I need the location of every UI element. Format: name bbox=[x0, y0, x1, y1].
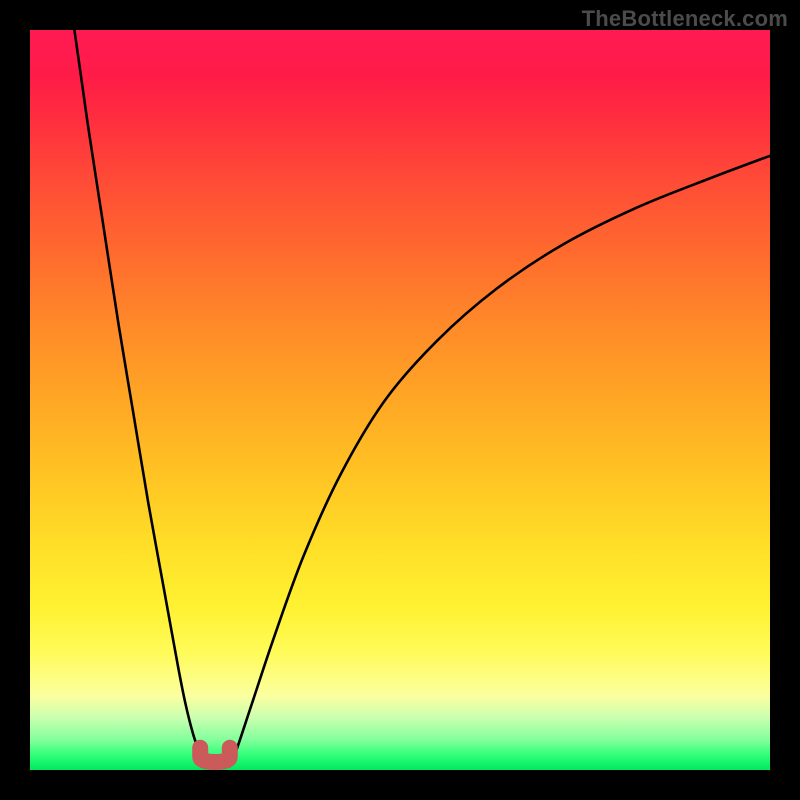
watermark-text: TheBottleneck.com bbox=[582, 6, 788, 32]
chart-plot-area bbox=[30, 30, 770, 770]
bottleneck-marker bbox=[200, 748, 230, 762]
left-curve bbox=[74, 30, 204, 766]
chart-svg bbox=[30, 30, 770, 770]
right-curve bbox=[230, 156, 770, 767]
